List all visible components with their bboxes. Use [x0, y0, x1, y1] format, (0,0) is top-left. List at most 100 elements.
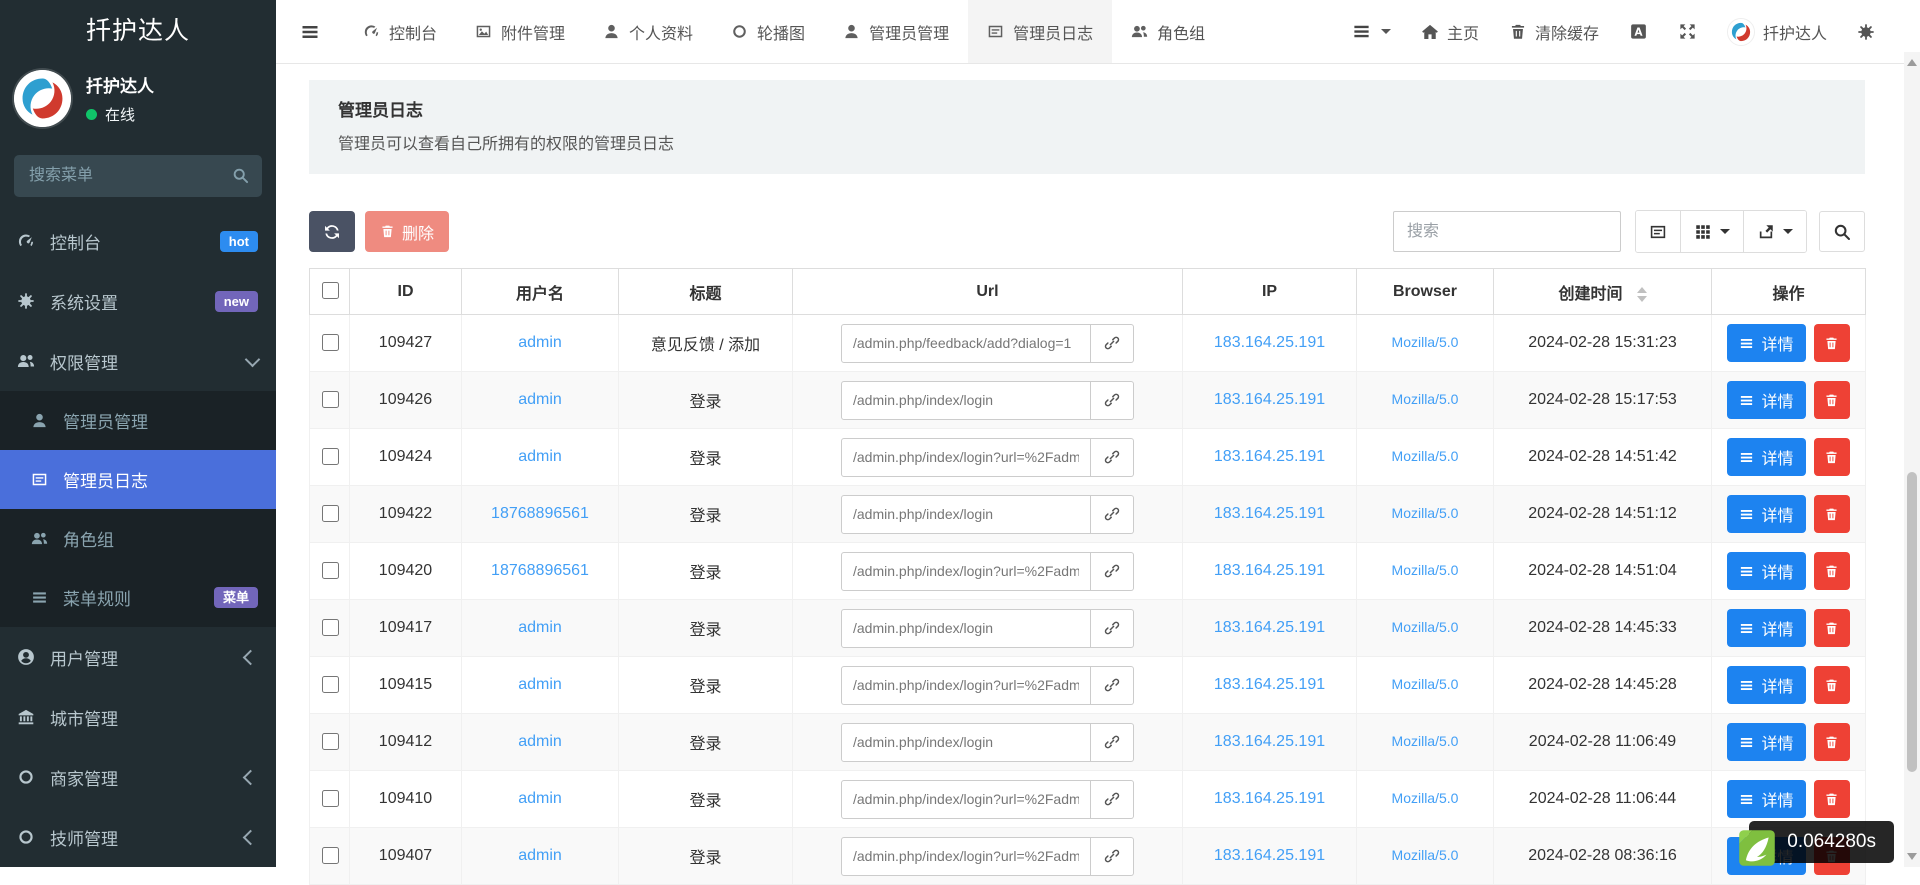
ip-link[interactable]: 183.164.25.191 [1214, 733, 1325, 750]
username-link[interactable]: admin [518, 334, 562, 351]
browser-link[interactable]: Mozilla/5.0 [1392, 847, 1459, 863]
sidebar-item-admin-log[interactable]: 管理员日志 [0, 450, 276, 509]
browser-link[interactable]: Mozilla/5.0 [1392, 448, 1459, 464]
tab-attachments[interactable]: 附件管理 [456, 0, 584, 63]
row-checkbox[interactable] [322, 391, 339, 408]
username-link[interactable]: 18768896561 [491, 505, 589, 522]
sidebar-item-menu-rules[interactable]: 菜单规则 菜单 [0, 568, 276, 627]
sort-icon[interactable] [1637, 287, 1647, 302]
ip-link[interactable]: 183.164.25.191 [1214, 676, 1325, 693]
select-all-checkbox[interactable] [322, 282, 339, 299]
open-url-button[interactable] [1091, 552, 1134, 591]
username-link[interactable]: admin [518, 619, 562, 636]
url-input[interactable] [841, 723, 1091, 762]
sidebar-item-merchant-management[interactable]: 商家管理 [0, 747, 276, 807]
row-checkbox[interactable] [322, 619, 339, 636]
header-username[interactable]: 用户名 [462, 269, 619, 315]
url-input[interactable] [841, 780, 1091, 819]
browser-link[interactable]: Mozilla/5.0 [1392, 334, 1459, 350]
tab-role-group[interactable]: 角色组 [1112, 0, 1224, 63]
header-browser[interactable]: Browser [1357, 269, 1494, 315]
sidebar-item-permissions[interactable]: 权限管理 [0, 331, 276, 391]
url-input[interactable] [841, 495, 1091, 534]
detail-button[interactable]: 详情 [1727, 666, 1805, 704]
open-url-button[interactable] [1091, 381, 1134, 420]
ip-link[interactable]: 183.164.25.191 [1214, 562, 1325, 579]
tab-list-dropdown[interactable] [1337, 0, 1406, 63]
detail-button[interactable]: 详情 [1727, 552, 1805, 590]
row-delete-button[interactable] [1814, 723, 1850, 761]
header-title[interactable]: 标题 [619, 269, 793, 315]
ip-link[interactable]: 183.164.25.191 [1214, 847, 1325, 864]
header-id[interactable]: ID [350, 269, 462, 315]
ip-link[interactable]: 183.164.25.191 [1214, 619, 1325, 636]
row-delete-button[interactable] [1814, 609, 1850, 647]
sidebar-item-admin-management[interactable]: 管理员管理 [0, 391, 276, 450]
row-delete-button[interactable] [1814, 438, 1850, 476]
username-link[interactable]: admin [518, 790, 562, 807]
row-delete-button[interactable] [1814, 324, 1850, 362]
header-url[interactable]: Url [793, 269, 1183, 315]
detail-button[interactable]: 详情 [1727, 324, 1805, 362]
open-url-button[interactable] [1091, 609, 1134, 648]
browser-link[interactable]: Mozilla/5.0 [1392, 562, 1459, 578]
open-url-button[interactable] [1091, 324, 1134, 363]
language-button[interactable] [1614, 0, 1663, 63]
scroll-down-arrow-icon[interactable] [1907, 853, 1917, 860]
vertical-scrollbar[interactable] [1904, 52, 1920, 867]
open-url-button[interactable] [1091, 837, 1134, 876]
row-checkbox[interactable] [322, 505, 339, 522]
row-checkbox[interactable] [322, 847, 339, 864]
tab-carousel[interactable]: 轮播图 [712, 0, 824, 63]
sidebar-item-technician-management[interactable]: 技师管理 [0, 807, 276, 867]
open-url-button[interactable] [1091, 495, 1134, 534]
url-input[interactable] [841, 324, 1091, 363]
row-checkbox[interactable] [322, 448, 339, 465]
menu-search-input[interactable] [14, 155, 262, 197]
debug-time-badge[interactable]: 0.064280s [1749, 821, 1894, 863]
username-link[interactable]: admin [518, 733, 562, 750]
header-createtime[interactable]: 创建时间 [1494, 269, 1712, 315]
row-delete-button[interactable] [1814, 381, 1850, 419]
sidebar-item-role-group[interactable]: 角色组 [0, 509, 276, 568]
row-delete-button[interactable] [1814, 780, 1850, 818]
detail-button[interactable]: 详情 [1727, 495, 1805, 533]
scroll-up-arrow-icon[interactable] [1907, 59, 1917, 66]
ip-link[interactable]: 183.164.25.191 [1214, 790, 1325, 807]
username-link[interactable]: admin [518, 847, 562, 864]
row-checkbox[interactable] [322, 334, 339, 351]
open-url-button[interactable] [1091, 780, 1134, 819]
ip-link[interactable]: 183.164.25.191 [1214, 334, 1325, 351]
clear-cache-button[interactable]: 清除缓存 [1494, 0, 1614, 63]
url-input[interactable] [841, 609, 1091, 648]
delete-button[interactable]: 删除 [365, 211, 449, 252]
table-search-input[interactable] [1393, 211, 1621, 252]
columns-button[interactable] [1681, 211, 1744, 252]
detail-button[interactable]: 详情 [1727, 723, 1805, 761]
open-url-button[interactable] [1091, 666, 1134, 705]
ip-link[interactable]: 183.164.25.191 [1214, 505, 1325, 522]
username-link[interactable]: 18768896561 [491, 562, 589, 579]
browser-link[interactable]: Mozilla/5.0 [1392, 733, 1459, 749]
ip-link[interactable]: 183.164.25.191 [1214, 448, 1325, 465]
export-button[interactable] [1744, 211, 1806, 252]
row-checkbox[interactable] [322, 790, 339, 807]
sidebar-toggle-button[interactable] [276, 0, 344, 63]
tab-dashboard[interactable]: 控制台 [344, 0, 456, 63]
row-checkbox[interactable] [322, 733, 339, 750]
row-checkbox[interactable] [322, 676, 339, 693]
tab-admin-log[interactable]: 管理员日志 [968, 0, 1112, 63]
browser-link[interactable]: Mozilla/5.0 [1392, 676, 1459, 692]
username-link[interactable]: admin [518, 676, 562, 693]
url-input[interactable] [841, 837, 1091, 876]
url-input[interactable] [841, 552, 1091, 591]
open-url-button[interactable] [1091, 438, 1134, 477]
username-link[interactable]: admin [518, 448, 562, 465]
refresh-button[interactable] [309, 211, 355, 252]
scrollbar-thumb[interactable] [1907, 472, 1917, 772]
browser-link[interactable]: Mozilla/5.0 [1392, 391, 1459, 407]
sidebar-item-user-management[interactable]: 用户管理 [0, 627, 276, 687]
sidebar-item-city-management[interactable]: 城市管理 [0, 687, 276, 747]
ip-link[interactable]: 183.164.25.191 [1214, 391, 1325, 408]
browser-link[interactable]: Mozilla/5.0 [1392, 505, 1459, 521]
